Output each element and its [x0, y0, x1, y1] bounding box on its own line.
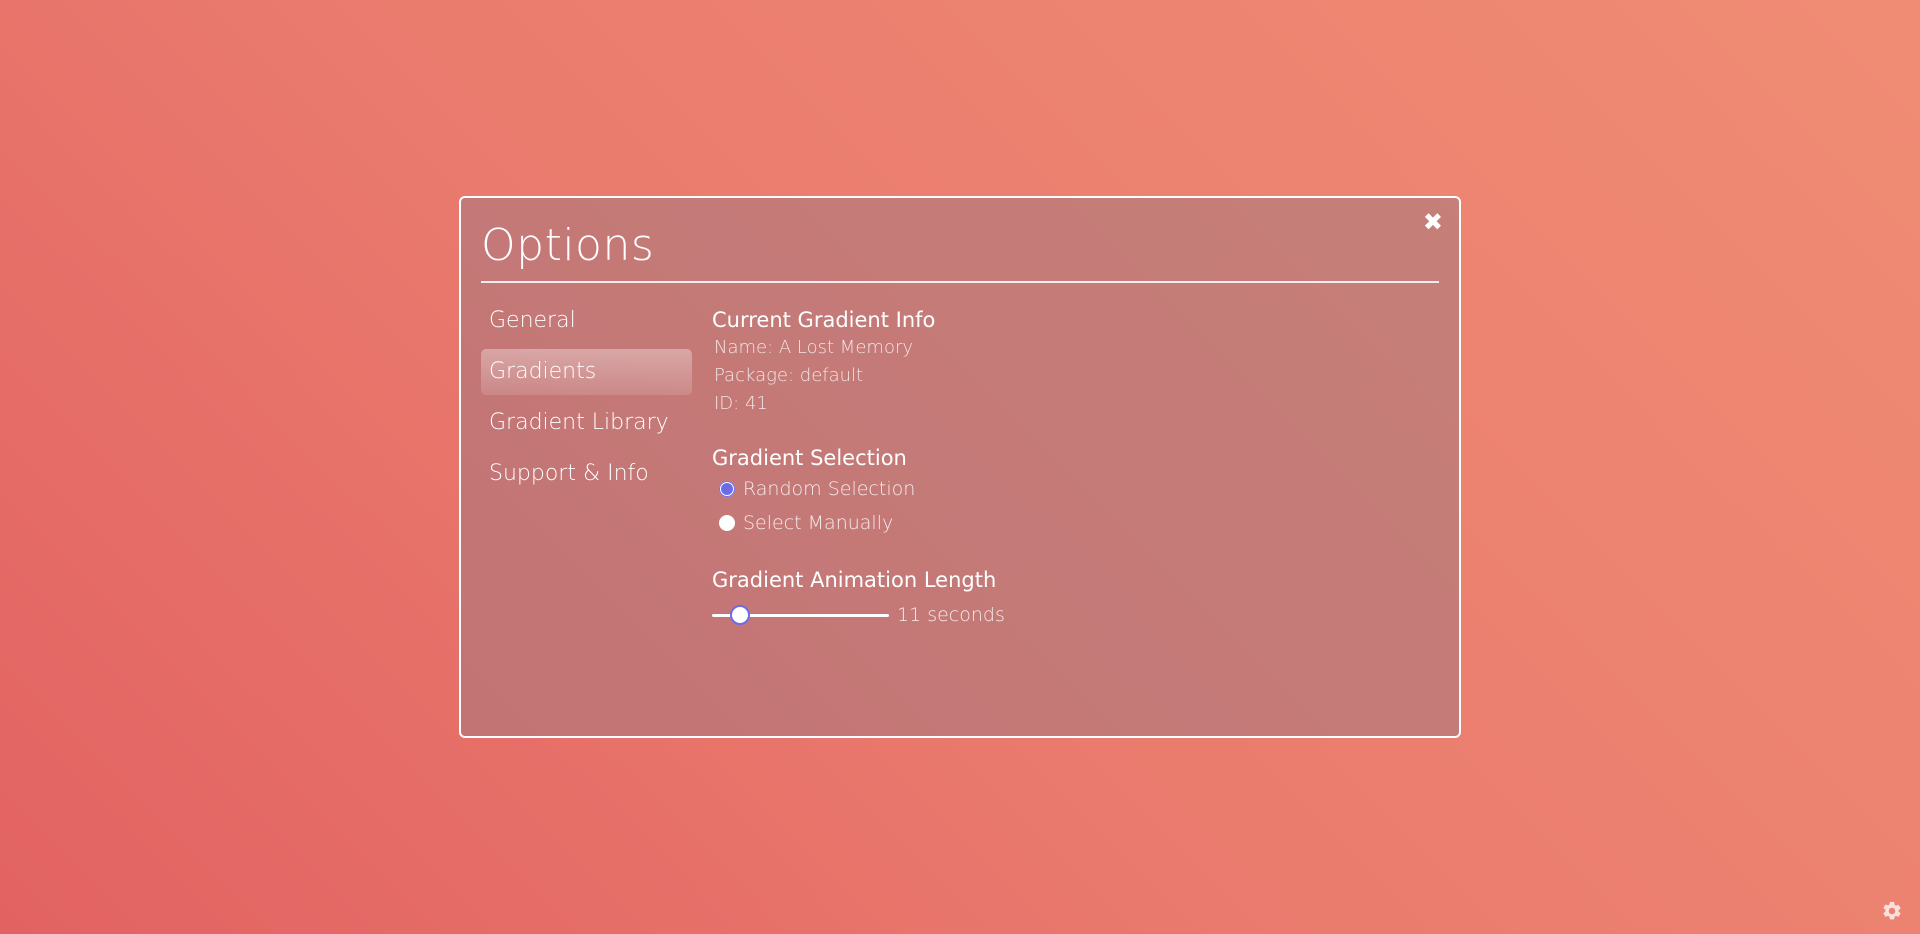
gradients-panel: Current Gradient Info Name: A Lost Memor… [712, 306, 1412, 658]
radio-label: Select Manually [743, 512, 894, 534]
sidebar-item-gradients[interactable]: Gradients [481, 349, 692, 395]
radio-button[interactable] [719, 481, 735, 497]
animation-length-section: Gradient Animation Length 11 seconds [712, 566, 1412, 632]
current-gradient-section: Current Gradient Info Name: A Lost Memor… [712, 306, 1412, 418]
radio-label: Random Selection [743, 478, 916, 500]
sidebar-item-gradient-library[interactable]: Gradient Library [481, 400, 692, 446]
modal-title: Options [481, 220, 655, 271]
gear-icon[interactable] [1881, 900, 1903, 922]
sidebar-item-general[interactable]: General [481, 298, 692, 344]
radio-select-manually[interactable]: Select Manually [712, 506, 1412, 540]
gradient-selection-heading: Gradient Selection [712, 446, 907, 470]
title-divider [481, 281, 1439, 283]
radio-button[interactable] [719, 515, 735, 531]
sidebar-item-support-info[interactable]: Support & Info [481, 451, 692, 497]
close-icon[interactable]: ✖ [1423, 210, 1443, 234]
options-modal: ✖ Options General Gradients Gradient Lib… [459, 196, 1461, 738]
animation-length-control: 11 seconds [712, 598, 1412, 632]
animation-length-heading: Gradient Animation Length [712, 568, 997, 592]
slider-thumb[interactable] [730, 605, 751, 625]
gradient-selection-section: Gradient Selection Random Selection Sele… [712, 444, 1412, 540]
gradient-id: ID: 41 [714, 393, 768, 414]
animation-length-slider[interactable] [712, 605, 889, 625]
options-sidebar: General Gradients Gradient Library Suppo… [481, 298, 692, 502]
current-gradient-heading: Current Gradient Info [712, 308, 936, 332]
gradient-name: Name: A Lost Memory [714, 337, 914, 358]
animation-length-value: 11 seconds [897, 604, 1005, 626]
gradient-package: Package: default [714, 365, 864, 386]
radio-random-selection[interactable]: Random Selection [712, 472, 1412, 506]
